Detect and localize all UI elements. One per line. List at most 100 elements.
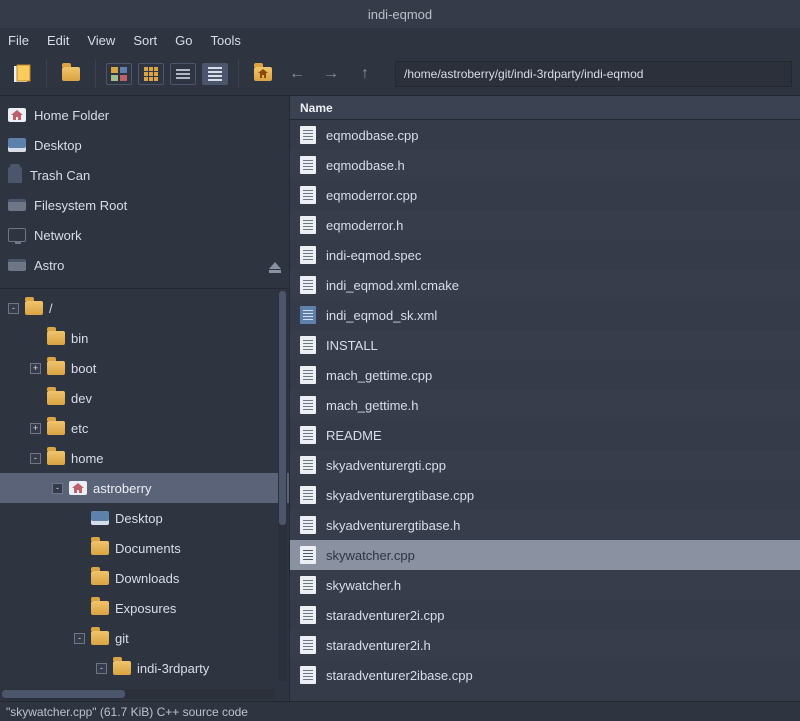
folder-icon (47, 451, 65, 465)
tree-label: astroberry (93, 481, 152, 496)
location-input[interactable]: /home/astroberry/git/indi-3rdparty/indi-… (395, 61, 792, 87)
place-label: Astro (34, 258, 64, 273)
file-row[interactable]: skywatcher.cpp (290, 540, 800, 570)
tree-label: home (71, 451, 104, 466)
back-button[interactable]: ← (283, 60, 311, 88)
file-name: mach_gettime.h (326, 398, 419, 413)
file-icon (300, 336, 316, 354)
menubar: File Edit View Sort Go Tools (0, 28, 800, 52)
menu-sort[interactable]: Sort (133, 33, 157, 48)
menu-file[interactable]: File (8, 33, 29, 48)
file-row[interactable]: skywatcher.h (290, 570, 800, 600)
file-name: skyadventurergti.cpp (326, 458, 446, 473)
place-trash[interactable]: Trash Can (0, 160, 289, 190)
file-row[interactable]: mach_gettime.cpp (290, 360, 800, 390)
place-home[interactable]: Home Folder (0, 100, 289, 130)
status-text: "skywatcher.cpp" (61.7 KiB) C++ source c… (6, 705, 248, 719)
file-icon (300, 396, 316, 414)
status-bar: "skywatcher.cpp" (61.7 KiB) C++ source c… (0, 701, 800, 721)
menu-tools[interactable]: Tools (211, 33, 241, 48)
open-folder-button[interactable] (57, 60, 85, 88)
tree-vscroll[interactable] (278, 291, 287, 681)
tree-item[interactable]: + etc (0, 413, 289, 443)
drive-icon (8, 199, 26, 211)
view-icons-button[interactable] (106, 63, 132, 85)
up-button[interactable]: ↑ (351, 60, 379, 88)
view-detail-button[interactable] (202, 63, 228, 85)
eject-button[interactable] (269, 262, 281, 269)
view-compact-button[interactable] (138, 63, 164, 85)
column-header-name[interactable]: Name (290, 96, 800, 120)
tree-expander[interactable]: - (8, 303, 19, 314)
tree-item[interactable]: - home (0, 443, 289, 473)
menu-go[interactable]: Go (175, 33, 192, 48)
tree-item[interactable]: -git (0, 623, 289, 653)
tree-expander[interactable]: - (30, 453, 41, 464)
forward-button[interactable]: → (317, 60, 345, 88)
tree-item[interactable]: Desktop (0, 503, 289, 533)
scroll-thumb[interactable] (2, 690, 125, 698)
menu-view[interactable]: View (87, 33, 115, 48)
desktop-icon (8, 138, 26, 152)
file-row[interactable]: staradventurer2i.cpp (290, 600, 800, 630)
file-row[interactable]: eqmodbase.h (290, 150, 800, 180)
file-icon (300, 516, 316, 534)
file-icon (300, 306, 316, 324)
file-row[interactable]: eqmoderror.h (290, 210, 800, 240)
tree-expander[interactable]: - (52, 483, 63, 494)
file-icon (300, 546, 316, 564)
new-tab-button[interactable] (8, 60, 36, 88)
tree-label: dev (71, 391, 92, 406)
tree-hscroll[interactable] (2, 689, 275, 699)
net-icon (8, 228, 26, 242)
tree-item[interactable]: -indi-3rdparty (0, 653, 289, 683)
place-desktop[interactable]: Desktop (0, 130, 289, 160)
folder-icon (91, 601, 109, 615)
file-row[interactable]: README (290, 420, 800, 450)
tree-item[interactable]: - astroberry (0, 473, 289, 503)
tree-item[interactable]: +boot (0, 353, 289, 383)
file-row[interactable]: skyadventurergtibase.cpp (290, 480, 800, 510)
file-list: eqmodbase.cpp eqmodbase.heqmoderror.cppeq… (290, 120, 800, 701)
file-icon (300, 276, 316, 294)
place-network[interactable]: Network (0, 220, 289, 250)
home-icon (8, 108, 26, 122)
file-row[interactable]: indi_eqmod_sk.xml (290, 300, 800, 330)
tree-item[interactable]: Downloads (0, 563, 289, 593)
places-list: Home Folder DesktopTrash CanFilesystem Ro… (0, 96, 289, 284)
tree-label: etc (71, 421, 88, 436)
tree-expander[interactable]: + (30, 423, 41, 434)
file-row[interactable]: skyadventurergtibase.h (290, 510, 800, 540)
tree-expander[interactable]: + (30, 363, 41, 374)
tree-item[interactable]: dev (0, 383, 289, 413)
home-icon (69, 481, 87, 495)
file-row[interactable]: staradventurer2ibase.cpp (290, 660, 800, 690)
tree-item[interactable]: -/ (0, 293, 289, 323)
place-astro[interactable]: Astro (0, 250, 289, 280)
file-row[interactable]: staradventurer2i.h (290, 630, 800, 660)
file-row[interactable]: skyadventurergti.cpp (290, 450, 800, 480)
folder-icon (91, 631, 109, 645)
folder-icon (25, 301, 43, 315)
file-row[interactable]: indi_eqmod.xml.cmake (290, 270, 800, 300)
place-label: Home Folder (34, 108, 109, 123)
file-row[interactable]: eqmodbase.cpp (290, 120, 800, 150)
file-row[interactable]: mach_gettime.h (290, 390, 800, 420)
file-row[interactable]: INSTALL (290, 330, 800, 360)
tree-expander[interactable]: - (96, 663, 107, 674)
drive-icon (8, 259, 26, 271)
scroll-thumb[interactable] (279, 291, 286, 525)
home-button[interactable] (249, 60, 277, 88)
file-icon (300, 426, 316, 444)
tree-item[interactable]: Documents (0, 533, 289, 563)
tree-item[interactable]: Exposures (0, 593, 289, 623)
file-row[interactable]: eqmoderror.cpp (290, 180, 800, 210)
tree-expander[interactable]: - (74, 633, 85, 644)
tree-item[interactable]: bin (0, 323, 289, 353)
file-name: indi_eqmod.xml.cmake (326, 278, 459, 293)
view-list-button[interactable] (170, 63, 196, 85)
place-fsroot[interactable]: Filesystem Root (0, 190, 289, 220)
file-row[interactable]: indi-eqmod.spec (290, 240, 800, 270)
file-name: eqmodbase.cpp (326, 128, 419, 143)
menu-edit[interactable]: Edit (47, 33, 69, 48)
